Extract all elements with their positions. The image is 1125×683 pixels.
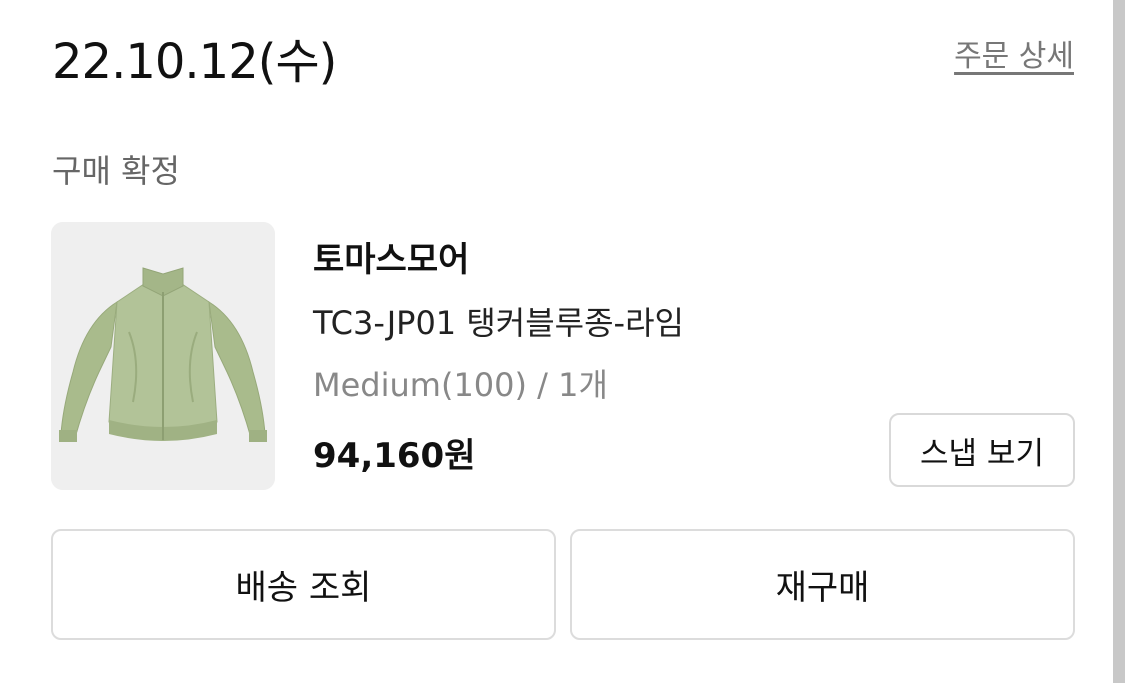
product-price: 94,160원 (313, 436, 476, 476)
product-thumbnail[interactable] (51, 222, 275, 490)
scrollbar[interactable] (1113, 0, 1125, 683)
brand-name[interactable]: 토마스모어 (313, 232, 469, 281)
snap-view-button[interactable]: 스냅 보기 (889, 413, 1075, 487)
product-name[interactable]: TC3-JP01 탱커블루종-라임 (313, 298, 684, 344)
order-card: 22.10.12(수) 주문 상세 구매 확정 토마스모어 TC3-JP01 탱… (0, 0, 1125, 683)
jacket-image (51, 222, 275, 490)
order-status: 구매 확정 (52, 152, 180, 190)
product-option: Medium(100) / 1개 (313, 366, 608, 404)
delivery-tracking-button[interactable]: 배송 조회 (51, 529, 556, 640)
order-detail-link[interactable]: 주문 상세 (954, 31, 1074, 75)
reorder-button[interactable]: 재구매 (570, 529, 1075, 640)
order-date: 22.10.12(수) (52, 34, 337, 90)
